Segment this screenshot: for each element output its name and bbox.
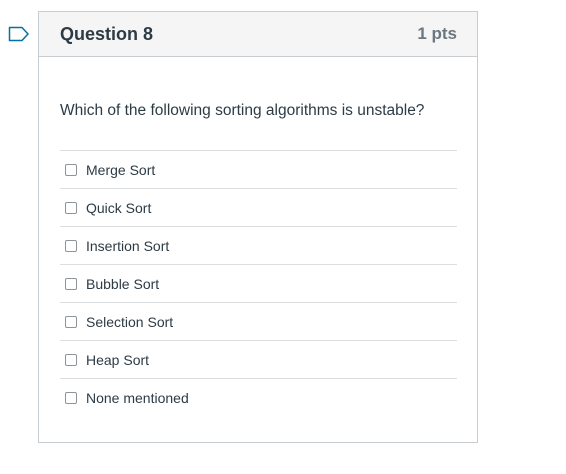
question-header: Question 8 1 pts — [39, 12, 477, 57]
question-body: Which of the following sorting algorithm… — [39, 101, 477, 416]
answer-label: Merge Sort — [86, 161, 156, 178]
answer-list: Merge Sort Quick Sort Insertion Sort Bub… — [60, 150, 457, 416]
question-points: 1 pts — [417, 24, 457, 43]
question-title: Question 8 — [60, 23, 154, 44]
answer-option[interactable]: Heap Sort — [60, 341, 457, 379]
answer-option[interactable]: Insertion Sort — [60, 227, 457, 265]
answer-label: Selection Sort — [86, 313, 174, 330]
answer-checkbox[interactable] — [65, 201, 77, 214]
answer-label: Quick Sort — [86, 199, 152, 216]
answer-label: None mentioned — [86, 389, 189, 406]
answer-option[interactable]: None mentioned — [60, 379, 457, 416]
bookmark-flag-icon[interactable] — [8, 26, 30, 42]
answer-option[interactable]: Selection Sort — [60, 303, 457, 341]
answer-checkbox[interactable] — [65, 391, 77, 404]
answer-checkbox[interactable] — [65, 277, 77, 290]
answer-option[interactable]: Bubble Sort — [60, 265, 457, 303]
question-card: Question 8 1 pts Which of the following … — [38, 11, 478, 443]
answer-label: Heap Sort — [86, 351, 150, 368]
answer-checkbox[interactable] — [65, 353, 77, 366]
answer-label: Insertion Sort — [86, 237, 170, 254]
answer-option[interactable]: Merge Sort — [60, 151, 457, 189]
answer-checkbox[interactable] — [65, 239, 77, 252]
answer-checkbox[interactable] — [65, 315, 77, 328]
answer-option[interactable]: Quick Sort — [60, 189, 457, 227]
question-text: Which of the following sorting algorithm… — [60, 102, 425, 119]
answer-checkbox[interactable] — [65, 163, 77, 176]
answer-label: Bubble Sort — [86, 275, 160, 292]
